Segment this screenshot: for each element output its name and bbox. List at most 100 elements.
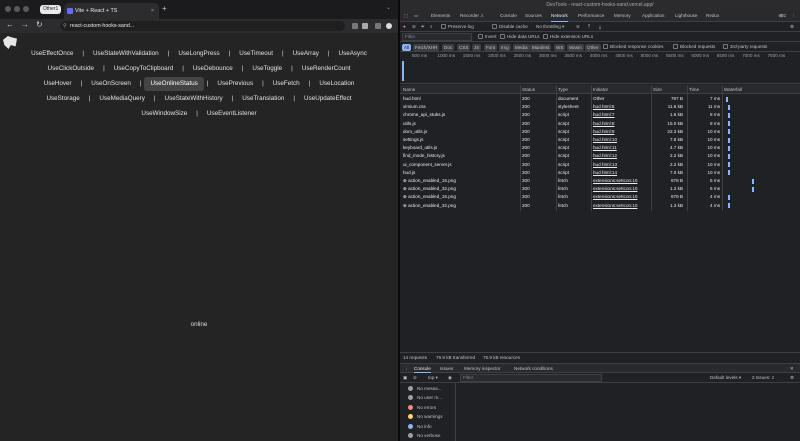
hook-link-uselongpress[interactable]: UseLongPress <box>172 47 225 61</box>
console-filter-input[interactable]: Filter <box>460 374 602 382</box>
type-filter-wasm[interactable]: Wasm <box>567 44 584 51</box>
preserve-log-checkbox[interactable]: Preserve log <box>441 23 474 31</box>
tab-group-label[interactable]: Other1 <box>40 5 62 14</box>
device-toolbar-icon[interactable]: ▭ <box>414 10 418 22</box>
profile-avatar-icon[interactable] <box>386 23 392 29</box>
close-tab-icon[interactable]: × <box>151 3 154 19</box>
blocked-requests-checkbox[interactable]: Blocked requests <box>673 43 715 51</box>
type-filter-font[interactable]: Font <box>484 44 498 51</box>
log-levels-select[interactable]: Default levels ▾ <box>710 374 741 382</box>
type-filter-js[interactable]: JS <box>472 44 482 51</box>
close-drawer-icon[interactable]: ✕ <box>790 365 794 373</box>
search-icon[interactable]: ⌕ <box>430 23 433 31</box>
hook-link-usecopytoclipboard[interactable]: UseCopyToClipboard <box>108 62 180 76</box>
drawer-tab-console[interactable]: Console <box>414 365 431 373</box>
issues-button[interactable]: 2 Issues: 2 <box>752 374 774 382</box>
new-tab-button[interactable]: + <box>162 4 167 13</box>
console-sidebar-item-no-messa[interactable]: No messa... <box>408 384 442 393</box>
tab-search-icon[interactable]: ⌄ <box>386 4 391 11</box>
hook-link-userendercount[interactable]: UseRenderCount <box>296 62 357 76</box>
type-filter-all[interactable]: All <box>402 44 412 51</box>
extensions-icon[interactable] <box>362 23 368 29</box>
hook-link-usetoggle[interactable]: UseToggle <box>246 62 288 76</box>
request-initiator[interactable]: hud.html:9 <box>593 128 614 136</box>
type-filter-other[interactable]: Other <box>585 44 601 51</box>
request-row[interactable]: chrome_api_stubs.js 200 script hud.html:7 1.… <box>400 111 720 119</box>
hook-link-useonlinestatus[interactable]: UseOnlineStatus <box>144 77 204 91</box>
type-filter-css[interactable]: CSS <box>457 44 471 51</box>
filter-icon[interactable]: ⏷ <box>421 23 425 31</box>
devtools-tab-network[interactable]: Network <box>551 10 568 22</box>
console-sidebar-item-no-warnings[interactable]: No warnings <box>408 412 443 421</box>
request-row[interactable]: ⊕ action_enabled_16.png 200 fetch extension… <box>400 193 720 201</box>
clear-icon[interactable]: ⊘ <box>412 23 416 31</box>
record-icon[interactable]: ● <box>403 23 406 31</box>
console-sidebar-toggle-icon[interactable]: ▣ <box>403 374 407 382</box>
side-panel-icon[interactable] <box>375 23 381 29</box>
request-row[interactable]: keyboard_utils.js 200 script hud.html:11 4.7… <box>400 144 720 152</box>
devtools-tab-sources[interactable]: Sources <box>525 10 542 22</box>
request-initiator[interactable]: hud.html:10 <box>593 136 617 144</box>
request-initiator[interactable]: hud.html:8 <box>593 120 614 128</box>
request-row[interactable]: vimium.css 200 stylesheet hud.html:6 11.6 kB… <box>400 103 720 111</box>
close-window-button[interactable] <box>5 6 11 12</box>
hook-link-useupdateeffect[interactable]: UseUpdateEffect <box>298 92 358 106</box>
drawer-tab-issues[interactable]: Issues <box>440 365 453 373</box>
blocked-cookies-checkbox[interactable]: Blocked response cookies <box>603 43 663 51</box>
request-row[interactable]: dom_utils.js 200 script hud.html:9 22.3 kB 10… <box>400 128 720 136</box>
request-initiator[interactable]: hud.html:6 <box>593 103 614 111</box>
column-header-time[interactable]: Time <box>689 85 699 94</box>
request-initiator[interactable]: hud.html:11 <box>593 144 617 152</box>
devtools-tab-lighthouse[interactable]: Lighthouse <box>675 10 697 22</box>
hook-link-usestatewithhistory[interactable]: UseStateWithHistory <box>159 92 229 106</box>
request-initiator[interactable]: hud.html:12 <box>593 152 617 160</box>
hook-link-usearray[interactable]: UseArray <box>287 47 325 61</box>
hook-link-usefetch[interactable]: UseFetch <box>267 77 306 91</box>
context-select[interactable]: top ▾ <box>428 374 438 382</box>
hook-link-usemediaquery[interactable]: UseMediaQuery <box>93 92 151 106</box>
hook-link-uselocation[interactable]: UseLocation <box>313 77 360 91</box>
console-sidebar-item-no-info[interactable]: No info <box>408 422 432 431</box>
zoom-window-button[interactable] <box>23 6 29 12</box>
minimize-window-button[interactable] <box>14 6 20 12</box>
shield-extension-icon[interactable] <box>352 23 358 29</box>
console-sidebar-item-no-verbose[interactable]: No verbose <box>408 431 441 440</box>
devtools-tab-elements[interactable]: Elements <box>431 10 450 22</box>
hook-link-usewindowsize[interactable]: UseWindowSize <box>135 107 193 121</box>
hook-link-useasync[interactable]: UseAsync <box>333 47 373 61</box>
column-header-name[interactable]: Name <box>403 85 415 94</box>
column-header-status[interactable]: Status <box>522 85 535 94</box>
column-header-size[interactable]: Size <box>653 85 662 94</box>
hook-link-usestorage[interactable]: UseStorage <box>40 92 85 106</box>
hook-link-useprevious[interactable]: UsePrevious <box>211 77 259 91</box>
disable-cache-checkbox[interactable]: Disable cache <box>492 23 528 31</box>
devtools-tab-redux[interactable]: Redux <box>706 10 719 22</box>
third-party-checkbox[interactable]: 3rd-party requests <box>723 43 767 51</box>
type-filter-manifest[interactable]: Manifest <box>530 44 552 51</box>
type-filter-fetch-xhr[interactable]: Fetch/XHR <box>413 44 440 51</box>
request-row[interactable]: ui_component_server.js 200 script hud.html:… <box>400 161 720 169</box>
request-initiator[interactable]: extensions:setIcon:10 <box>593 202 637 210</box>
forward-button[interactable]: → <box>21 20 29 29</box>
hook-link-usedebounce[interactable]: UseDebounce <box>187 62 239 76</box>
invert-checkbox[interactable]: Invert <box>478 33 497 41</box>
request-initiator[interactable]: extensions:setIcon:10 <box>593 185 637 193</box>
type-filter-media[interactable]: Media <box>513 44 530 51</box>
hide-data-urls-checkbox[interactable]: Hide data URLs <box>500 33 539 41</box>
hide-extension-urls-checkbox[interactable]: Hide extension URLs <box>543 33 593 41</box>
hook-link-usehover[interactable]: UseHover <box>38 77 78 91</box>
more-options-icon[interactable]: ⋮ <box>791 10 796 22</box>
settings-gear-icon[interactable]: ⚙ <box>780 10 784 22</box>
hook-link-useeffectonce[interactable]: UseEffectOnce <box>25 47 79 61</box>
request-initiator[interactable]: extensions:setIcon:10 <box>593 177 637 185</box>
console-sidebar-item-no-errors[interactable]: No errors <box>408 403 436 412</box>
type-filter-ws[interactable]: WS <box>554 44 566 51</box>
drawer-menu-icon[interactable]: ⋮ <box>404 365 409 373</box>
request-row[interactable]: utils.js 200 script hud.html:8 15.0 kB 8 ms <box>400 120 720 128</box>
column-header-initiator[interactable]: Initiator <box>593 85 608 94</box>
address-bar[interactable]: ⚲ react-custom-hooks-sand... <box>60 21 345 31</box>
timeline-overview[interactable]: 500 ms 1000 ms 1500 ms 2000 ms 2500 ms 3000 m… <box>400 52 800 84</box>
devtools-tab-performance[interactable]: Performance <box>578 10 604 22</box>
hook-link-usestatewithvalidation[interactable]: UseStateWithValidation <box>87 47 165 61</box>
devtools-tab-application[interactable]: Application <box>642 10 664 22</box>
